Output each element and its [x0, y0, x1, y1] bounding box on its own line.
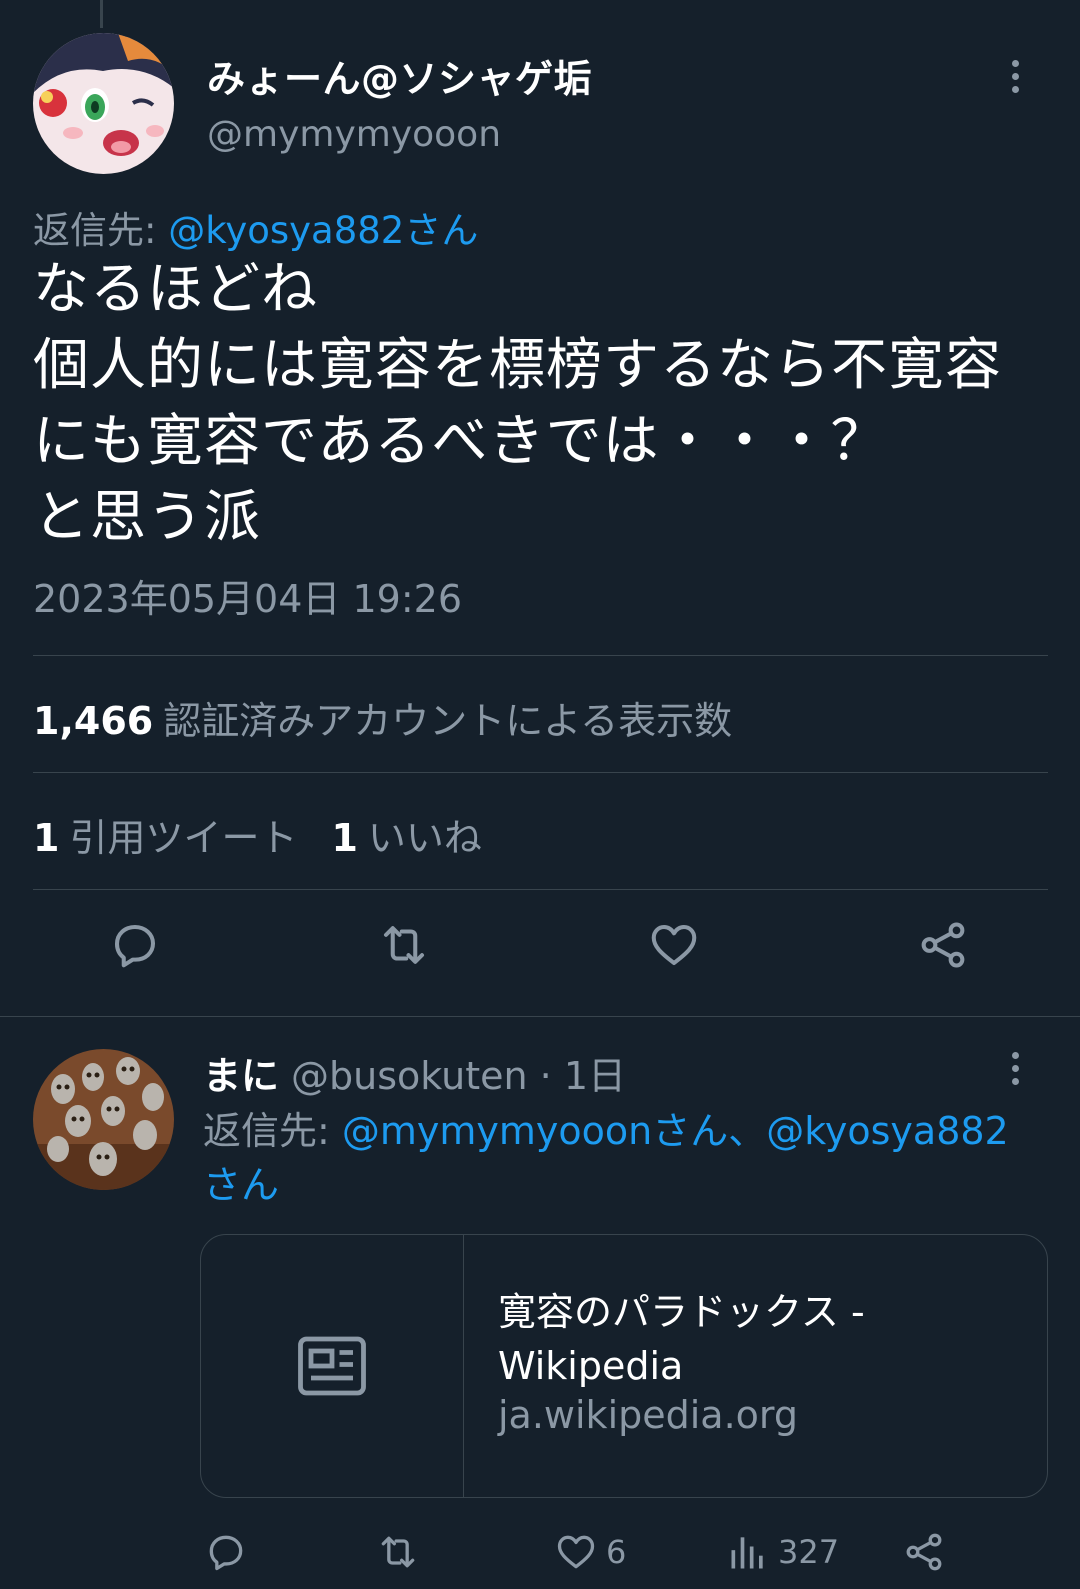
views-button[interactable]: 327 — [726, 1525, 839, 1579]
divider — [33, 889, 1048, 890]
share-icon[interactable] — [902, 1525, 946, 1579]
retweet-icon[interactable] — [376, 1525, 420, 1579]
like-label: いいね — [367, 816, 482, 860]
reply-header: まに @busokuten · 1日 — [203, 1045, 626, 1100]
author-avatar[interactable] — [33, 33, 174, 174]
article-icon — [201, 1235, 464, 1497]
heart-icon — [557, 1535, 595, 1569]
section-divider — [0, 1016, 1080, 1017]
quote-label: 引用ツイート — [69, 816, 298, 860]
reply-to-line: 返信先: @mymymyooonさん、@kyosya882さん — [203, 1104, 1043, 1212]
reply-view-count: 327 — [778, 1533, 840, 1571]
more-icon[interactable] — [1000, 56, 1030, 96]
views-count: 1,466 — [33, 699, 154, 743]
reply-author-avatar[interactable] — [33, 1049, 174, 1190]
tweet-action-bar — [0, 915, 1080, 975]
header-separator: · — [527, 1054, 564, 1098]
views-stat[interactable]: 1,466 認証済みアカウントによる表示数 — [33, 690, 732, 745]
quote-count: 1 — [33, 816, 60, 860]
link-card-domain: ja.wikipedia.org — [498, 1393, 798, 1437]
reply-icon[interactable] — [105, 915, 165, 975]
reply-icon[interactable] — [204, 1525, 248, 1579]
reply-author-name[interactable]: まに — [203, 1054, 279, 1098]
tweet-text: なるほどね 個人的には寛容を標榜するなら不寛容にも寛容であるべきでは・・・？ と… — [33, 257, 1002, 550]
more-icon[interactable] — [1000, 1048, 1030, 1088]
link-card-title: 寛容のパラドックス - Wikipedia — [498, 1290, 865, 1388]
reply-to-label: 返信先: — [33, 209, 169, 252]
likes-stat[interactable]: 1 いいね — [331, 816, 481, 860]
tweet-timestamp[interactable]: 2023年05月04日 19:26 — [33, 568, 462, 623]
engagement-stats: 1 引用ツイート 1 いいね — [33, 807, 482, 862]
views-label: 認証済みアカウントによる表示数 — [163, 699, 733, 743]
reply-time[interactable]: 1日 — [564, 1054, 626, 1098]
heart-icon[interactable] — [644, 915, 704, 975]
divider — [33, 772, 1048, 773]
reply-to-line: 返信先: @kyosya882さん — [33, 200, 478, 254]
reply-like-count: 6 — [606, 1533, 627, 1571]
like-count: 1 — [331, 816, 358, 860]
views-icon — [731, 1537, 763, 1569]
like-button[interactable]: 6 — [554, 1525, 626, 1579]
quote-tweets-stat[interactable]: 1 引用ツイート — [33, 816, 297, 860]
reply-to-label: 返信先: — [203, 1109, 342, 1153]
thread-connector-line — [100, 0, 103, 28]
reply-author-handle[interactable]: @busokuten — [291, 1054, 528, 1098]
tweet-detail-page: みょーん@ソシャゲ垢 @mymymyooon 返信先: @kyosya882さん… — [0, 0, 1080, 1589]
reply-action-bar: 6 327 — [0, 1525, 1080, 1579]
author-handle[interactable]: @mymymyooon — [207, 114, 501, 155]
divider — [33, 655, 1048, 656]
retweet-icon[interactable] — [374, 915, 434, 975]
author-display-name[interactable]: みょーん@ソシャゲ垢 — [207, 48, 592, 103]
share-icon[interactable] — [913, 915, 973, 975]
reply-to-mention-link[interactable]: @kyosya882さん — [168, 209, 478, 252]
link-preview-card[interactable]: 寛容のパラドックス - Wikipedia ja.wikipedia.org — [200, 1234, 1048, 1498]
